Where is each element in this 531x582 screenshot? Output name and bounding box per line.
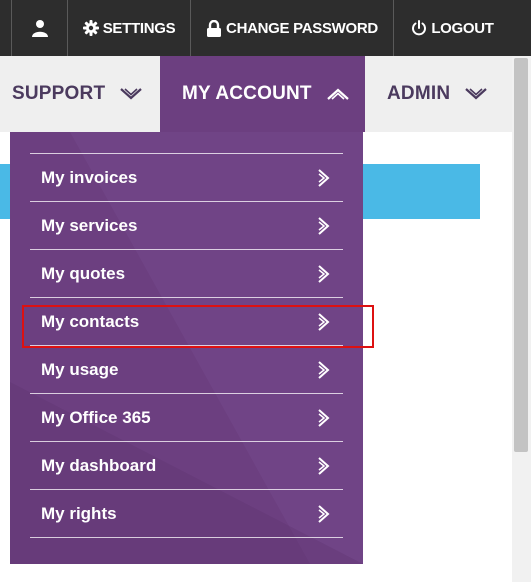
top-bar-left-edge	[0, 0, 12, 56]
logout-button[interactable]: LOGOUT	[394, 0, 511, 56]
nav-support[interactable]: SUPPORT	[0, 56, 160, 132]
change-password-label: CHANGE PASSWORD	[226, 19, 378, 37]
menu-item-label: My quotes	[41, 263, 126, 283]
chevron-right-icon	[318, 265, 330, 283]
power-icon	[411, 20, 427, 36]
menu-item-label: My rights	[41, 503, 117, 523]
chevron-right-icon	[318, 217, 330, 235]
nav-admin-label: ADMIN	[387, 83, 451, 104]
nav-admin[interactable]: ADMIN	[365, 56, 512, 132]
menu-item-label: My Office 365	[41, 407, 151, 427]
page: SETTINGS CHANGE PASSWORD LOGOUT SUPPORT …	[0, 0, 531, 582]
menu-item-my-dashboard[interactable]: My dashboard	[30, 442, 343, 490]
settings-label: SETTINGS	[102, 19, 176, 37]
chevron-right-icon	[318, 505, 330, 523]
chevron-right-icon	[318, 409, 330, 427]
chevron-right-icon	[318, 169, 330, 187]
nav-my-account-label: MY ACCOUNT	[182, 83, 312, 104]
menu-item-my-services[interactable]: My services	[30, 202, 343, 250]
change-password-button[interactable]: CHANGE PASSWORD	[191, 0, 394, 56]
nav-my-account[interactable]: MY ACCOUNT	[160, 56, 365, 132]
lock-icon	[206, 19, 222, 37]
chevron-down-icon	[119, 87, 143, 101]
nav-support-label: SUPPORT	[12, 83, 106, 104]
menu-item-my-usage[interactable]: My usage	[30, 346, 343, 394]
menu-item-label: My services	[41, 215, 138, 235]
menu-item-my-invoices[interactable]: My invoices	[30, 154, 343, 202]
my-account-dropdown: My invoices My services My quotes My contac…	[10, 132, 363, 564]
logout-label: LOGOUT	[431, 19, 494, 37]
menu-item-label: My invoices	[41, 167, 138, 187]
menu-item-my-quotes[interactable]: My quotes	[30, 250, 343, 298]
chevron-right-icon	[318, 361, 330, 379]
menu-item-label: My dashboard	[41, 455, 157, 475]
menu-item-my-rights[interactable]: My rights	[30, 490, 343, 538]
user-icon	[31, 19, 49, 37]
menu-item-my-office-365[interactable]: My Office 365	[30, 394, 343, 442]
settings-button[interactable]: SETTINGS	[68, 0, 191, 56]
highlight-box	[22, 305, 374, 348]
chevron-down-icon	[464, 87, 488, 101]
chevron-up-icon	[326, 87, 350, 101]
gear-icon	[82, 20, 99, 36]
main-nav: SUPPORT MY ACCOUNT ADMIN	[0, 56, 512, 132]
chevron-right-icon	[318, 457, 330, 475]
top-bar: SETTINGS CHANGE PASSWORD LOGOUT	[0, 0, 531, 56]
scrollbar-thumb[interactable]	[514, 58, 528, 452]
menu-item-label: My usage	[41, 359, 119, 379]
user-button[interactable]	[12, 0, 68, 56]
